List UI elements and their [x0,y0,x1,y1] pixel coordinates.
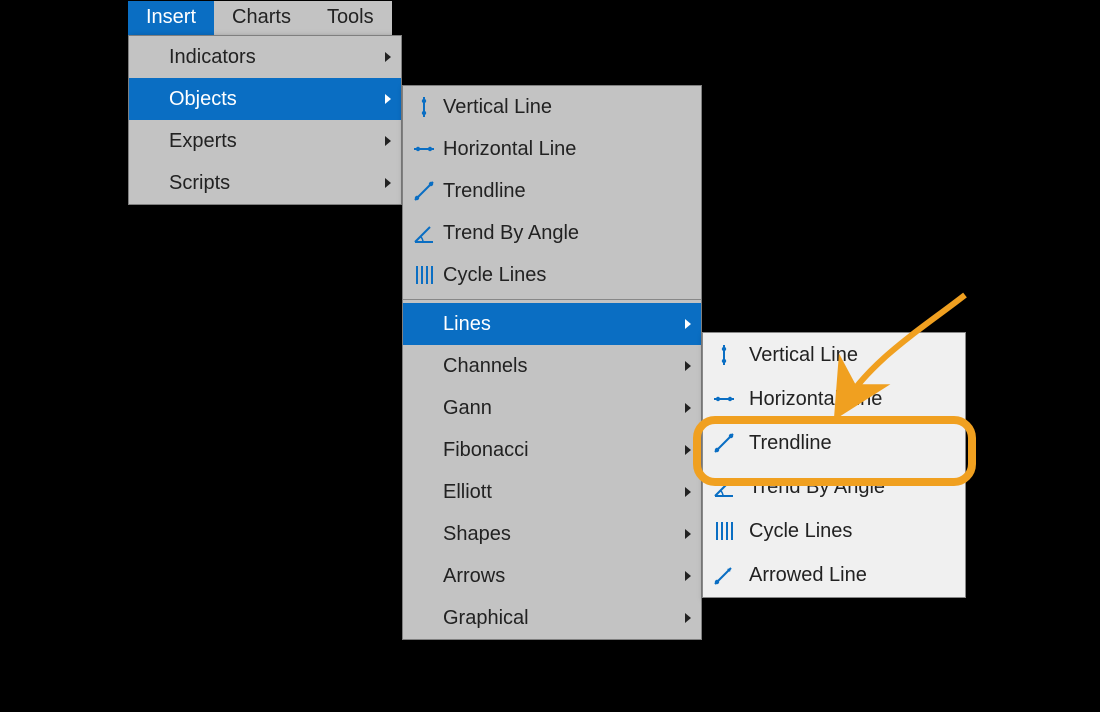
vertical-line-icon [411,94,437,120]
menu-item-label: Trend By Angle [749,476,885,499]
menu-item-label: Cycle Lines [749,520,852,543]
menu-item-label: Horizontal Line [443,138,576,161]
menu-item-label: Channels [443,355,528,378]
menu-item-lines[interactable]: Lines [403,303,701,345]
menubar: Insert Charts Tools [128,1,392,35]
menubar-insert[interactable]: Insert [128,1,214,35]
cycle-lines-icon [711,518,737,544]
menu-item-label: Scripts [169,172,230,195]
trend-angle-icon [711,474,737,500]
submenu-arrow-icon [385,178,391,188]
menu-item-label: Vertical Line [443,96,552,119]
menu-item-label: Trendline [749,432,832,455]
menu-item-label: Trendline [443,180,526,203]
submenu-arrow-icon [685,445,691,455]
arrowed-line-icon [711,562,737,588]
menubar-tools[interactable]: Tools [309,1,392,35]
menu-item-label: Vertical Line [749,344,858,367]
horizontal-line-icon [411,136,437,162]
menu-item-label: Objects [169,88,237,111]
menu-item-vertical-line[interactable]: Vertical Line [403,86,701,128]
menu-item-arrows[interactable]: Arrows [403,555,701,597]
menu-item-objects[interactable]: Objects [129,78,401,120]
menu-item-label: Arrowed Line [749,564,867,587]
menu-item-experts[interactable]: Experts [129,120,401,162]
menu-item-trendline-2[interactable]: Trendline [703,421,965,465]
menu-item-label: Arrows [443,565,505,588]
menu-item-indicators[interactable]: Indicators [129,36,401,78]
submenu-arrow-icon [685,319,691,329]
menu-item-horizontal-line-2[interactable]: Horizontal Line [703,377,965,421]
menu-item-vertical-line-2[interactable]: Vertical Line [703,333,965,377]
menu-item-label: Horizontal Line [749,388,882,411]
submenu-arrow-icon [685,487,691,497]
trendline-icon [711,430,737,456]
menu-item-label: Graphical [443,607,529,630]
submenu-arrow-icon [685,361,691,371]
trend-angle-icon [411,220,437,246]
menu-item-label: Shapes [443,523,511,546]
menu-item-label: Indicators [169,46,256,69]
menu-item-label: Cycle Lines [443,264,546,287]
horizontal-line-icon [711,386,737,412]
menu-item-cycle-lines-2[interactable]: Cycle Lines [703,509,965,553]
menu-separator [403,299,701,300]
menu-item-shapes[interactable]: Shapes [403,513,701,555]
menu-item-horizontal-line[interactable]: Horizontal Line [403,128,701,170]
vertical-line-icon [711,342,737,368]
menu-item-trend-by-angle-2[interactable]: Trend By Angle [703,465,965,509]
menu-item-label: Gann [443,397,492,420]
menu-item-channels[interactable]: Channels [403,345,701,387]
menu-item-trendline[interactable]: Trendline [403,170,701,212]
menubar-label: Charts [232,6,291,28]
menubar-label: Tools [327,6,374,28]
menu-item-trend-by-angle[interactable]: Trend By Angle [403,212,701,254]
submenu-arrow-icon [385,52,391,62]
menu-item-label: Trend By Angle [443,222,579,245]
menu-item-gann[interactable]: Gann [403,387,701,429]
menu-objects: Vertical Line Horizontal Line Trendline … [402,85,702,640]
submenu-arrow-icon [385,136,391,146]
menu-item-cycle-lines[interactable]: Cycle Lines [403,254,701,296]
submenu-arrow-icon [385,94,391,104]
submenu-arrow-icon [685,529,691,539]
menu-item-elliott[interactable]: Elliott [403,471,701,513]
submenu-arrow-icon [685,613,691,623]
menu-item-scripts[interactable]: Scripts [129,162,401,204]
trendline-icon [411,178,437,204]
menubar-label: Insert [146,6,196,28]
menu-item-graphical[interactable]: Graphical [403,597,701,639]
menu-item-label: Elliott [443,481,492,504]
menu-item-arrowed-line[interactable]: Arrowed Line [703,553,965,597]
menu-lines: Vertical Line Horizontal Line Trendline … [702,332,966,598]
submenu-arrow-icon [685,403,691,413]
menu-item-label: Lines [443,313,491,336]
menubar-charts[interactable]: Charts [214,1,309,35]
submenu-arrow-icon [685,571,691,581]
menu-insert: Indicators Objects Experts Scripts [128,35,402,205]
menu-item-label: Experts [169,130,237,153]
menu-item-label: Fibonacci [443,439,529,462]
menu-item-fibonacci[interactable]: Fibonacci [403,429,701,471]
cycle-lines-icon [411,262,437,288]
